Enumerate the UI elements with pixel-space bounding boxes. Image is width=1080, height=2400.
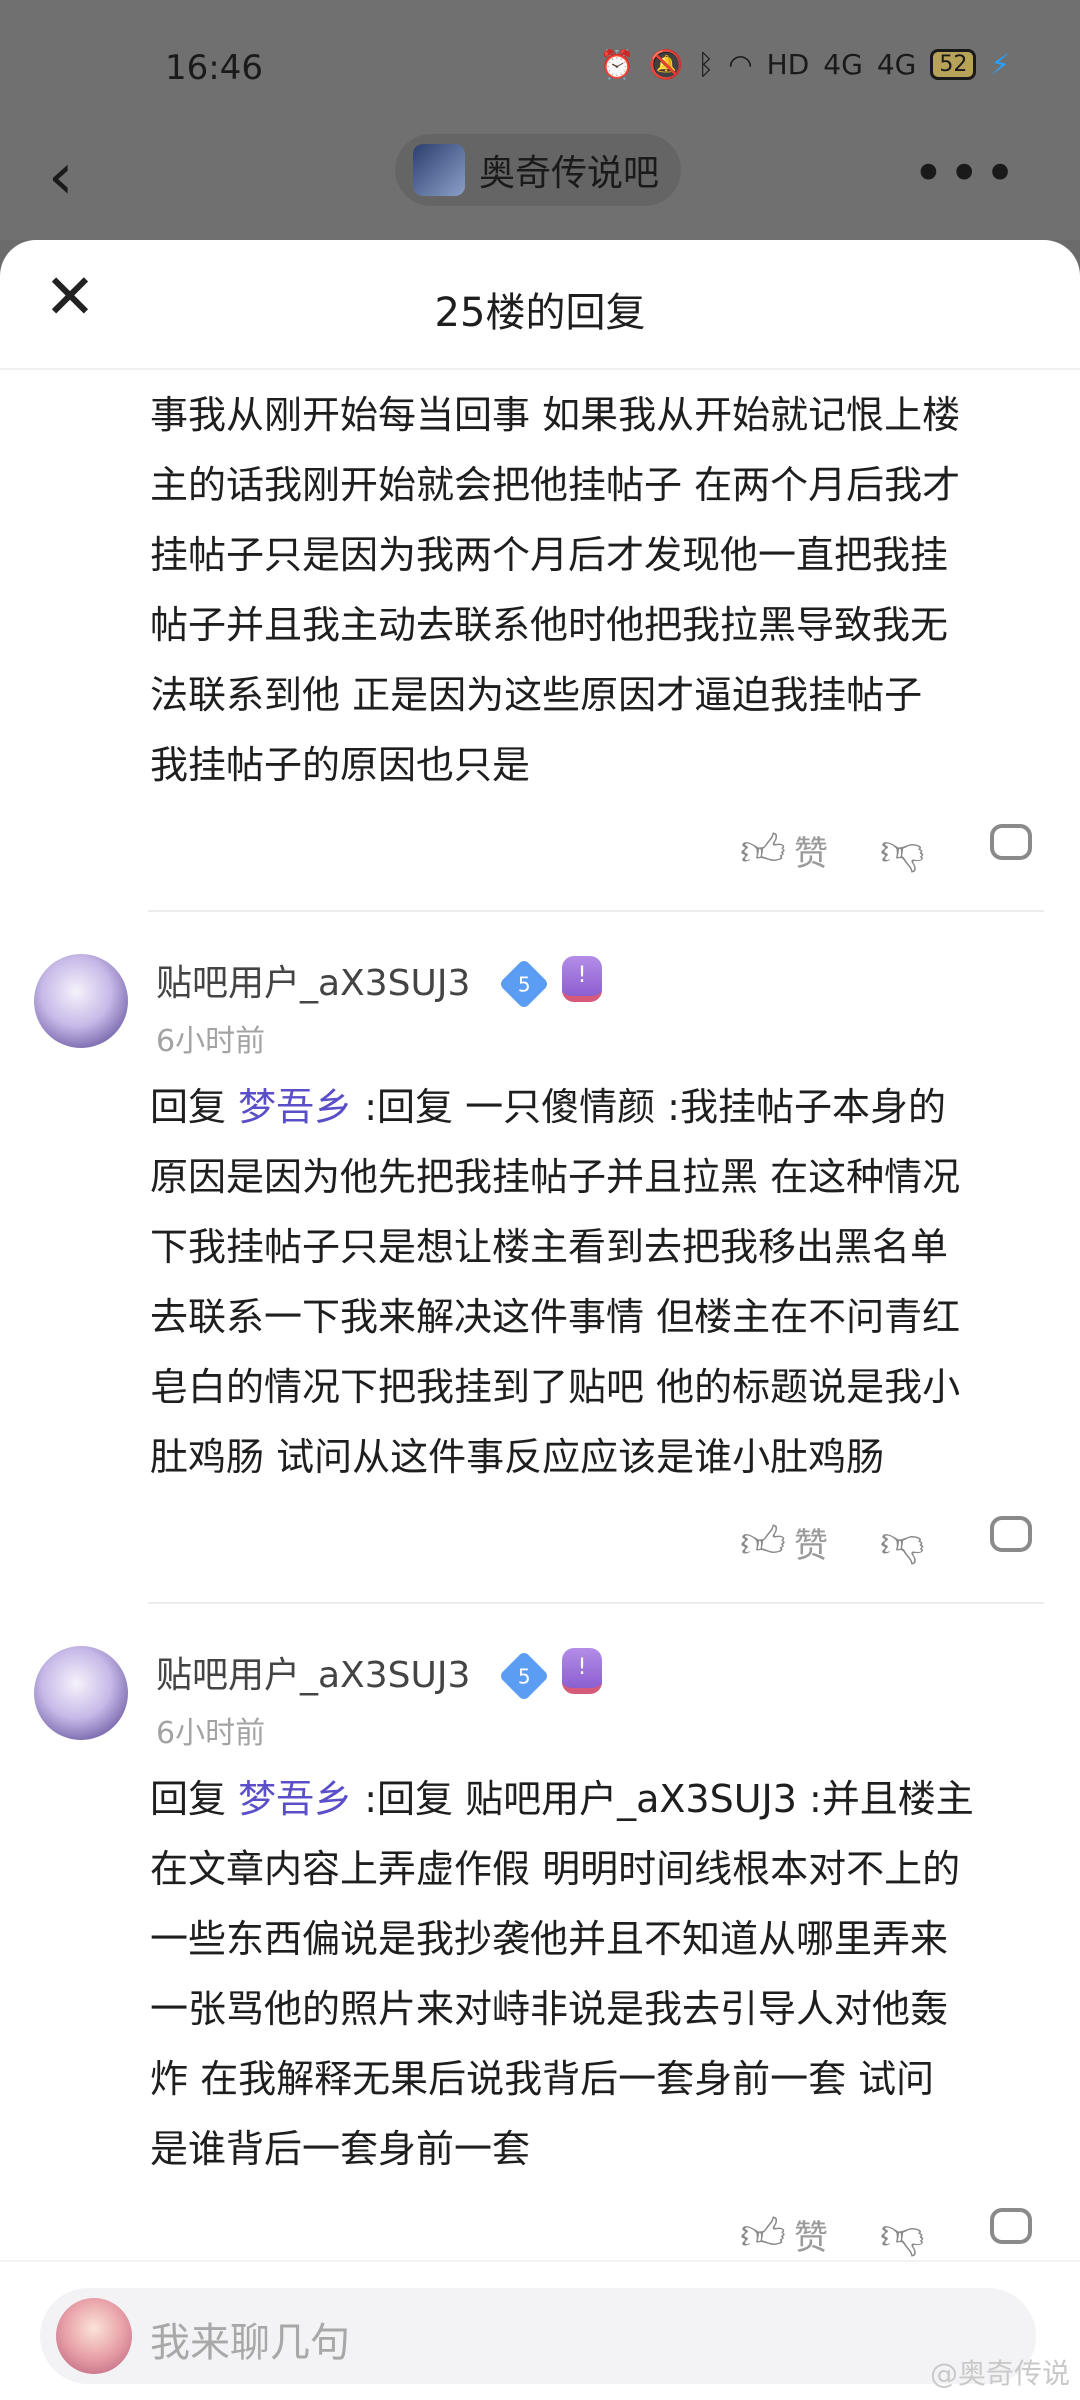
hd-icon: HD bbox=[766, 48, 810, 81]
watermark: @奥奇传说 bbox=[929, 2357, 1070, 2390]
vip-badge-icon: 5 bbox=[498, 1650, 550, 1702]
comment-icon bbox=[990, 2208, 1032, 2244]
wifi-icon: ◠ bbox=[728, 48, 753, 81]
comment-button[interactable] bbox=[990, 824, 1032, 860]
more-horizontal-icon[interactable]: ••• bbox=[912, 142, 1020, 205]
reply-prefix: 回复 bbox=[150, 1777, 227, 1821]
level-badge-icon: ! bbox=[562, 956, 602, 1002]
my-avatar bbox=[56, 2298, 132, 2374]
forum-avatar bbox=[413, 144, 465, 196]
reply-line-rest: :回复 一只傻情颜 :我挂帖子本身的 bbox=[352, 1085, 946, 1129]
reply-line: 在文章内容上弄虚作假 明明时间线根本对不上的 bbox=[150, 1847, 961, 1891]
alarm-icon: ⏰ bbox=[599, 48, 635, 81]
reply-line: 帖子并且我主动去联系他时他把我拉黑导致我无 bbox=[150, 603, 949, 647]
chevron-left-icon[interactable]: ‹ bbox=[48, 140, 74, 214]
reply-line: 回复 梦吾乡 :回复 一只傻情颜 :我挂帖子本身的 bbox=[150, 1072, 1040, 1142]
reply-line: 主的话我刚开始就会把他挂帖子 在两个月后我才 bbox=[150, 463, 961, 507]
reply-line-rest: :回复 贴吧用户_aX3SUJ3 :并且楼主 bbox=[352, 1777, 974, 1821]
thumbs-up-icon: 👍︎ bbox=[740, 825, 786, 876]
like-label: 赞 bbox=[793, 2218, 828, 2258]
username[interactable]: 贴吧用户_aX3SUJ3 bbox=[156, 1646, 470, 1698]
comment-icon bbox=[990, 824, 1032, 860]
reply-line: 回复 梦吾乡 :回复 贴吧用户_aX3SUJ3 :并且楼主 bbox=[150, 1764, 1040, 1834]
reply-line: 一些东西偏说是我抄袭他并且不知道从哪里弄来 bbox=[150, 1917, 949, 1961]
bluetooth-icon: ᛒ bbox=[697, 48, 715, 81]
reply-actions: 👍︎ 赞 👎︎ bbox=[0, 1492, 1080, 1602]
reply-body: 回复 梦吾乡 :回复 一只傻情颜 :我挂帖子本身的 原因是因为他先把我挂帖子并且… bbox=[0, 1072, 1080, 1492]
comment-placeholder: 我来聊几句 bbox=[150, 2320, 350, 2366]
reply-item: 贴吧用户_aX3SUJ3 5 ! 6小时前 回复 梦吾乡 :回复 一只傻情颜 :… bbox=[0, 912, 1080, 1602]
signal-icon-2: 4G bbox=[876, 48, 917, 81]
battery-icon: 52 bbox=[930, 49, 977, 80]
reply-line: 原因是因为他先把我挂帖子并且拉黑 在这种情况 bbox=[150, 1155, 961, 1199]
reply-item: 贴吧用户_aX3SUJ3 5 ! 6小时前 回复 梦吾乡 :回复 贴吧用户_aX… bbox=[0, 1604, 1080, 2294]
sheet-header: ✕ 25楼的回复 bbox=[0, 240, 1080, 370]
comment-input[interactable]: 我来聊几句 bbox=[40, 2288, 1036, 2384]
reply-actions: 👍︎ 赞 👎︎ bbox=[0, 800, 1080, 910]
status-icons: ⏰ 🔕 ᛒ ◠ HD 4G 4G 52 ⚡ bbox=[600, 48, 1010, 81]
reply-line: 炸 在我解释无果后说我背后一套身前一套 试问 bbox=[150, 2057, 935, 2101]
reply-line: 肚鸡肠 试问从这件事反应应该是谁小肚鸡肠 bbox=[150, 1435, 885, 1479]
sheet-title: 25楼的回复 bbox=[434, 290, 646, 336]
reply-sheet: ✕ 25楼的回复 事我从刚开始每当回事 如果我从开始就记恨上楼 主的话我刚开始就… bbox=[0, 240, 1080, 2400]
dislike-button[interactable]: 👎︎ bbox=[880, 2208, 925, 2261]
user-row: 贴吧用户_aX3SUJ3 5 ! 6小时前 bbox=[0, 912, 1080, 1072]
like-button[interactable]: 👍︎ 赞 bbox=[740, 824, 828, 877]
reply-body: 事我从刚开始每当回事 如果我从开始就记恨上楼 主的话我刚开始就会把他挂帖子 在两… bbox=[0, 380, 1080, 800]
thumbs-down-icon: 👎︎ bbox=[880, 2209, 925, 2260]
reply-line: 法联系到他 正是因为这些原因才逼迫我挂帖子 bbox=[150, 673, 923, 717]
comment-button[interactable] bbox=[990, 2208, 1032, 2244]
charging-icon: ⚡ bbox=[990, 48, 1010, 81]
reply-line: 皂白的情况下把我挂到了贴吧 他的标题说是我小 bbox=[150, 1365, 961, 1409]
reply-body: 回复 梦吾乡 :回复 贴吧用户_aX3SUJ3 :并且楼主 在文章内容上弄虚作假… bbox=[0, 1764, 1080, 2184]
thumbs-up-icon: 👍︎ bbox=[740, 1517, 786, 1568]
reply-line: 下我挂帖子只是想让楼主看到去把我移出黑名单 bbox=[150, 1225, 949, 1269]
thumbs-up-icon: 👍︎ bbox=[740, 2209, 786, 2260]
mute-icon: 🔕 bbox=[648, 48, 684, 81]
reply-to-link[interactable]: 梦吾乡 bbox=[238, 1085, 352, 1129]
reply-line: 我挂帖子的原因也只是 bbox=[150, 743, 531, 787]
reply-line: 去联系一下我来解决这件事情 但楼主在不问青红 bbox=[150, 1295, 961, 1339]
forum-name: 奥奇传说吧 bbox=[479, 153, 660, 194]
reply-line: 事我从刚开始每当回事 如果我从开始就记恨上楼 bbox=[150, 393, 961, 437]
thumbs-down-icon: 👎︎ bbox=[880, 1517, 925, 1568]
reply-time: 6小时前 bbox=[156, 1716, 266, 1751]
status-bar: 16:46 ⏰ 🔕 ᛒ ◠ HD 4G 4G 52 ⚡ bbox=[0, 0, 1080, 130]
reply-to-link[interactable]: 梦吾乡 bbox=[238, 1777, 352, 1821]
reply-line: 挂帖子只是因为我两个月后才发现他一直把我挂 bbox=[150, 533, 949, 577]
reply-time: 6小时前 bbox=[156, 1024, 266, 1059]
like-button[interactable]: 👍︎ 赞 bbox=[740, 1516, 828, 1569]
comment-button[interactable] bbox=[990, 1516, 1032, 1552]
reply-item: 事我从刚开始每当回事 如果我从开始就记恨上楼 主的话我刚开始就会把他挂帖子 在两… bbox=[0, 370, 1080, 910]
signal-icon-1: 4G bbox=[823, 48, 863, 81]
reply-line: 一张骂他的照片来对峙非说是我去引导人对他轰 bbox=[150, 1987, 949, 2031]
status-time: 16:46 bbox=[165, 48, 263, 88]
comment-icon bbox=[990, 1516, 1032, 1552]
level-badge-icon: ! bbox=[562, 1648, 602, 1694]
like-label: 赞 bbox=[793, 834, 828, 874]
avatar[interactable] bbox=[34, 954, 128, 1048]
like-label: 赞 bbox=[793, 1526, 828, 1566]
dislike-button[interactable]: 👎︎ bbox=[880, 824, 925, 877]
user-row: 贴吧用户_aX3SUJ3 5 ! 6小时前 bbox=[0, 1604, 1080, 1764]
forum-pill[interactable]: 奥奇传说吧 bbox=[395, 134, 682, 206]
like-button[interactable]: 👍︎ 赞 bbox=[740, 2208, 828, 2261]
dislike-button[interactable]: 👎︎ bbox=[880, 1516, 925, 1569]
reply-prefix: 回复 bbox=[150, 1085, 227, 1129]
vip-badge-icon: 5 bbox=[498, 958, 550, 1010]
top-nav: ‹ 奥奇传说吧 ••• bbox=[0, 130, 1080, 240]
composer-bar: 我来聊几句 bbox=[0, 2260, 1080, 2400]
avatar[interactable] bbox=[34, 1646, 128, 1740]
username[interactable]: 贴吧用户_aX3SUJ3 bbox=[156, 954, 470, 1006]
thumbs-down-icon: 👎︎ bbox=[880, 825, 925, 876]
reply-line: 是谁背后一套身前一套 bbox=[150, 2127, 531, 2171]
